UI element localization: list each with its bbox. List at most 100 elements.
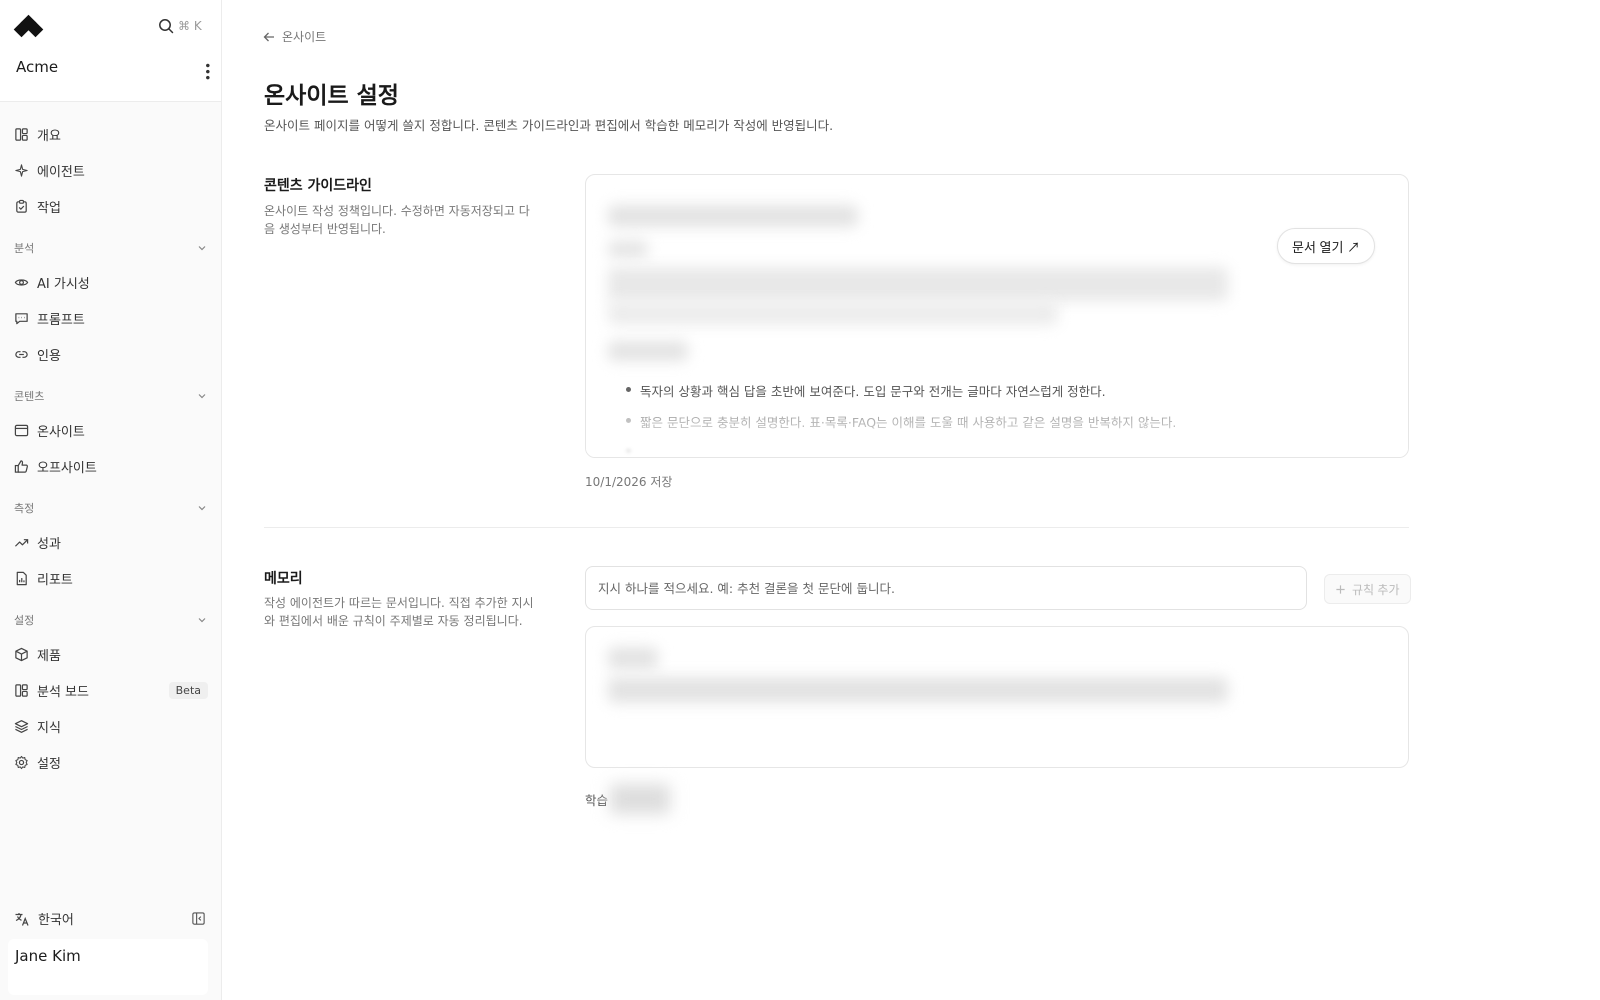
clipboard-check-icon xyxy=(16,199,27,213)
nav-group-analysis[interactable]: 분석 xyxy=(0,232,222,264)
sidebar-item-prompts[interactable]: 프롬프트 xyxy=(0,300,222,336)
breadcrumb: 온사이트 xyxy=(282,30,327,44)
plus-icon xyxy=(1336,584,1345,594)
browser-window-icon xyxy=(14,424,29,436)
sidebar-header: ⌘ K Acme ••• xyxy=(0,0,221,102)
sidebar-item-citations[interactable]: 인용 xyxy=(0,336,222,372)
page-description: 온사이트 페이지를 어떻게 쓸지 정합니다. 콘텐츠 가이드라인과 편집에서 학… xyxy=(264,118,834,133)
guidelines-editor[interactable]: 독자의 상황과 핵심 답을 초반에 보여준다. 도입 문구와 전개는 글마다 자… xyxy=(585,174,1409,458)
sidebar-item-analysis-board[interactable]: 분석 보드 Beta xyxy=(0,672,222,708)
sidebar-item-label: 프롬프트 xyxy=(37,312,85,328)
fade-overlay xyxy=(586,417,1408,457)
chevron-down-icon xyxy=(198,394,206,399)
sidebar-item-label: 에이전트 xyxy=(37,164,85,180)
beta-badge: Beta xyxy=(168,681,208,699)
nav-group-label: 콘텐츠 xyxy=(14,390,45,403)
sidebar-item-label: 지식 xyxy=(37,720,61,736)
link-icon xyxy=(15,350,28,358)
sidebar-item-onsite[interactable]: 온사이트 xyxy=(0,412,222,448)
add-rule-button[interactable]: 규칙 추가 xyxy=(1324,574,1411,604)
layout-icon xyxy=(15,127,28,141)
sidebar-item-offsite[interactable]: 오프사이트 xyxy=(0,448,222,484)
sidebar-item-products[interactable]: 제품 xyxy=(0,636,222,672)
saved-timestamp: 10/1/2026 저장 xyxy=(585,475,673,489)
sidebar-item-label: 온사이트 xyxy=(37,424,85,440)
nav-group-settings[interactable]: 설정 xyxy=(0,604,222,636)
sidebar-item-overview[interactable]: 개요 xyxy=(0,116,222,152)
arrow-left-icon xyxy=(263,32,274,41)
blurred-line xyxy=(608,241,648,257)
memory-description: 작성 에이전트가 따르는 문서입니다. 직접 추가한 지시와 편집에서 배운 규… xyxy=(264,596,534,628)
sidebar-item-reports[interactable]: 리포트 xyxy=(0,560,222,596)
layout-icon xyxy=(15,683,28,697)
sidebar: ⌘ K Acme ••• 개요 에이전트 작업 분석 AI 가시성 프롬프트 인… xyxy=(0,0,222,1000)
message-square-icon xyxy=(15,312,28,324)
sidebar-item-performance[interactable]: 성과 xyxy=(0,524,222,560)
blurred-paragraph xyxy=(608,677,1228,703)
package-icon xyxy=(15,647,28,661)
sparkles-icon xyxy=(15,163,28,177)
user-name: Jane Kim xyxy=(15,947,81,965)
translate-icon xyxy=(15,912,29,926)
user-menu[interactable]: Jane Kim xyxy=(8,939,208,995)
blurred-heading xyxy=(608,205,858,227)
gear-icon xyxy=(15,755,28,769)
eye-icon xyxy=(14,278,29,286)
nav-group-content[interactable]: 콘텐츠 xyxy=(0,380,222,412)
guidelines-title: 콘텐츠 가이드라인 xyxy=(264,178,372,194)
sidebar-item-agents[interactable]: 에이전트 xyxy=(0,152,222,188)
search-icon xyxy=(159,19,174,34)
file-chart-icon xyxy=(16,571,27,585)
sidebar-collapse-icon[interactable] xyxy=(191,911,206,926)
layers-icon xyxy=(14,719,29,733)
memory-rule-input[interactable] xyxy=(585,566,1307,610)
memory-title: 메모리 xyxy=(264,571,303,587)
section-divider xyxy=(264,527,1409,528)
page-title: 온사이트 설정 xyxy=(264,83,399,109)
brand-logo-icon[interactable] xyxy=(13,14,45,39)
sidebar-item-label: 작업 xyxy=(37,200,61,216)
sidebar-item-label: 오프사이트 xyxy=(37,460,97,476)
sidebar-nav: 개요 에이전트 작업 분석 AI 가시성 프롬프트 인용 콘텐츠 온사이트 오프… xyxy=(0,116,222,780)
nav-group-measure[interactable]: 측정 xyxy=(0,492,222,524)
add-rule-label: 규칙 추가 xyxy=(1352,582,1400,597)
chevron-down-icon xyxy=(198,246,206,251)
blurred-paragraph xyxy=(608,301,1058,325)
back-link[interactable]: 온사이트 xyxy=(262,28,326,45)
trending-up-icon xyxy=(14,538,29,547)
nav-group-label: 설정 xyxy=(14,614,35,627)
main-content: 온사이트 온사이트 설정 온사이트 페이지를 어떻게 쓸지 정합니다. 콘텐츠 … xyxy=(222,0,1600,1000)
nav-group-label: 분석 xyxy=(14,242,35,255)
blurred-subheading xyxy=(608,341,688,361)
search-shortcut: ⌘ K xyxy=(178,19,202,33)
org-menu-icon[interactable]: ••• xyxy=(200,62,214,80)
language-label: 한국어 xyxy=(38,913,74,928)
blurred-text xyxy=(610,784,670,814)
sidebar-item-ai-visibility[interactable]: AI 가시성 xyxy=(0,264,222,300)
sidebar-item-label: 설정 xyxy=(37,756,61,772)
sidebar-item-label: 개요 xyxy=(37,128,61,144)
sidebar-item-label: 제품 xyxy=(37,648,61,664)
org-name[interactable]: Acme xyxy=(16,58,58,76)
memory-document[interactable] xyxy=(585,626,1409,768)
open-document-label: 문서 열기 ↗ xyxy=(1292,239,1361,255)
language-switcher[interactable]: 한국어 xyxy=(14,909,206,928)
sidebar-item-knowledge[interactable]: 지식 xyxy=(0,708,222,744)
sidebar-item-tasks[interactable]: 작업 xyxy=(0,188,222,224)
sidebar-item-label: 리포트 xyxy=(37,572,73,588)
open-document-button[interactable]: 문서 열기 ↗ xyxy=(1277,228,1376,264)
guidelines-description: 온사이트 작성 정책입니다. 수정하면 자동저장되고 다음 생성부터 반영됩니다… xyxy=(264,204,530,236)
sidebar-item-label: 인용 xyxy=(37,348,61,364)
sidebar-item-settings[interactable]: 설정 xyxy=(0,744,222,780)
learn-label: 학습 xyxy=(585,793,609,808)
sidebar-item-label: 성과 xyxy=(37,536,61,552)
sidebar-item-label: AI 가시성 xyxy=(37,276,90,292)
blurred-heading xyxy=(608,647,658,669)
thumbs-up-icon xyxy=(14,459,28,473)
chevron-down-icon xyxy=(198,618,206,623)
list-item: 독자의 상황과 핵심 답을 초반에 보여준다. 도입 문구와 전개는 글마다 자… xyxy=(626,381,1176,400)
search-button[interactable]: ⌘ K xyxy=(158,18,202,34)
blurred-paragraph xyxy=(608,267,1228,301)
chevron-down-icon xyxy=(198,506,206,511)
nav-group-label: 측정 xyxy=(14,502,35,515)
